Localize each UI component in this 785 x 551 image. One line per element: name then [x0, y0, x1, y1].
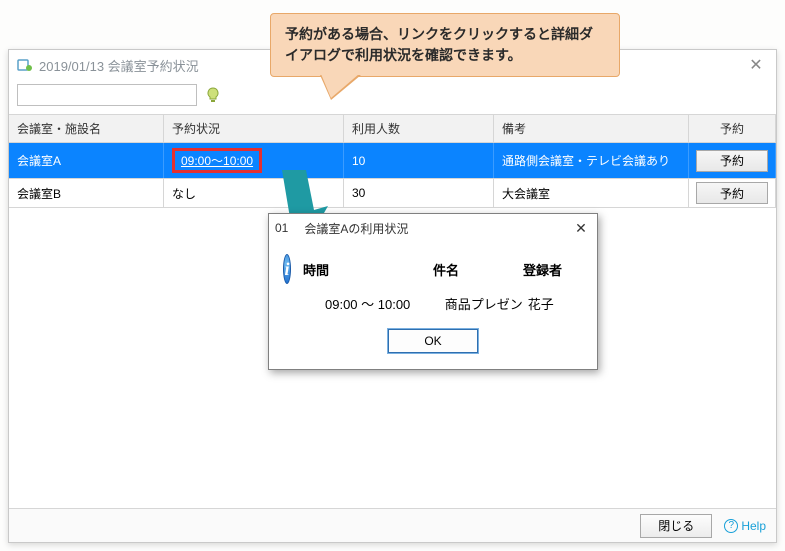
close-button[interactable]: 閉じる	[640, 514, 712, 538]
col-header-capacity: 利用人数	[344, 115, 494, 142]
dlg-col-time: 時間	[303, 260, 433, 279]
grid-header: 会議室・施設名 予約状況 利用人数 備考 予約	[9, 115, 776, 143]
cell-note: 大会議室	[494, 179, 689, 207]
dialog-title: 会議室Aの利用状況	[302, 220, 571, 237]
cell-room: 会議室A	[9, 143, 164, 178]
callout-text: 予約がある場合、リンクをクリックすると詳細ダイアログで利用状況を確認できます。	[285, 26, 593, 63]
dlg-col-subject: 件名	[433, 260, 523, 279]
footer: 閉じる ? Help	[9, 508, 776, 542]
reservation-grid: 会議室・施設名 予約状況 利用人数 備考 予約 会議室A 09:00～10:00…	[9, 114, 776, 208]
cell-status: 09:00～10:00	[164, 143, 344, 178]
help-link[interactable]: ? Help	[724, 519, 766, 533]
help-label: Help	[741, 519, 766, 533]
dlg-data-time: 09:00 ～ 10:00	[325, 294, 445, 313]
dialog-close-button[interactable]: ✕	[571, 218, 591, 238]
cell-status: なし	[164, 179, 344, 207]
dlg-data-registrant: 花子	[528, 294, 583, 313]
info-icon: i	[283, 254, 291, 284]
dialog-column-headers: 時間 件名 登録者	[303, 260, 583, 279]
dialog-button-row: OK	[283, 329, 583, 353]
help-callout: 予約がある場合、リンクをクリックすると詳細ダイアログで利用状況を確認できます。	[270, 13, 620, 77]
dialog-header-row: i 時間 件名 登録者	[283, 254, 583, 284]
highlight-box: 09:00～10:00	[172, 148, 262, 173]
table-row[interactable]: 会議室A 09:00～10:00 10 通路側会議室・テレビ会議あり 予約	[9, 143, 776, 179]
cell-room: 会議室B	[9, 179, 164, 207]
search-input[interactable]	[17, 84, 197, 106]
dlg-col-registrant: 登録者	[523, 260, 583, 279]
cell-action: 予約	[689, 179, 776, 207]
col-header-action: 予約	[689, 115, 776, 142]
reserve-button[interactable]: 予約	[696, 182, 768, 204]
toolbar	[9, 80, 776, 114]
cell-capacity: 10	[344, 143, 494, 178]
reservation-time-link[interactable]: 09:00～10:00	[181, 154, 253, 168]
usage-detail-dialog: 01 会議室Aの利用状況 ✕ i 時間 件名 登録者 09:00 ～ 10:00…	[268, 213, 598, 370]
dialog-titlebar: 01 会議室Aの利用状況 ✕	[269, 214, 597, 242]
hint-bulb-icon[interactable]	[205, 87, 221, 103]
cell-capacity: 30	[344, 179, 494, 207]
ok-button[interactable]: OK	[388, 329, 478, 353]
col-header-note: 備考	[494, 115, 689, 142]
dialog-body: i 時間 件名 登録者 09:00 ～ 10:00 商品プレゼン 花子 OK	[269, 242, 597, 369]
dlg-data-subject: 商品プレゼン	[445, 294, 528, 313]
dialog-data-row: 09:00 ～ 10:00 商品プレゼン 花子	[283, 294, 583, 313]
cell-note: 通路側会議室・テレビ会議あり	[494, 143, 689, 178]
dialog-title-prefix: 01	[275, 221, 288, 235]
col-header-room: 会議室・施設名	[9, 115, 164, 142]
col-header-status: 予約状況	[164, 115, 344, 142]
reserve-button[interactable]: 予約	[696, 150, 768, 172]
app-icon	[17, 57, 33, 73]
cell-action: 予約	[689, 143, 776, 178]
help-icon: ?	[724, 519, 738, 533]
table-row[interactable]: 会議室B なし 30 大会議室 予約	[9, 179, 776, 208]
window-close-button[interactable]: ✕	[744, 53, 768, 77]
